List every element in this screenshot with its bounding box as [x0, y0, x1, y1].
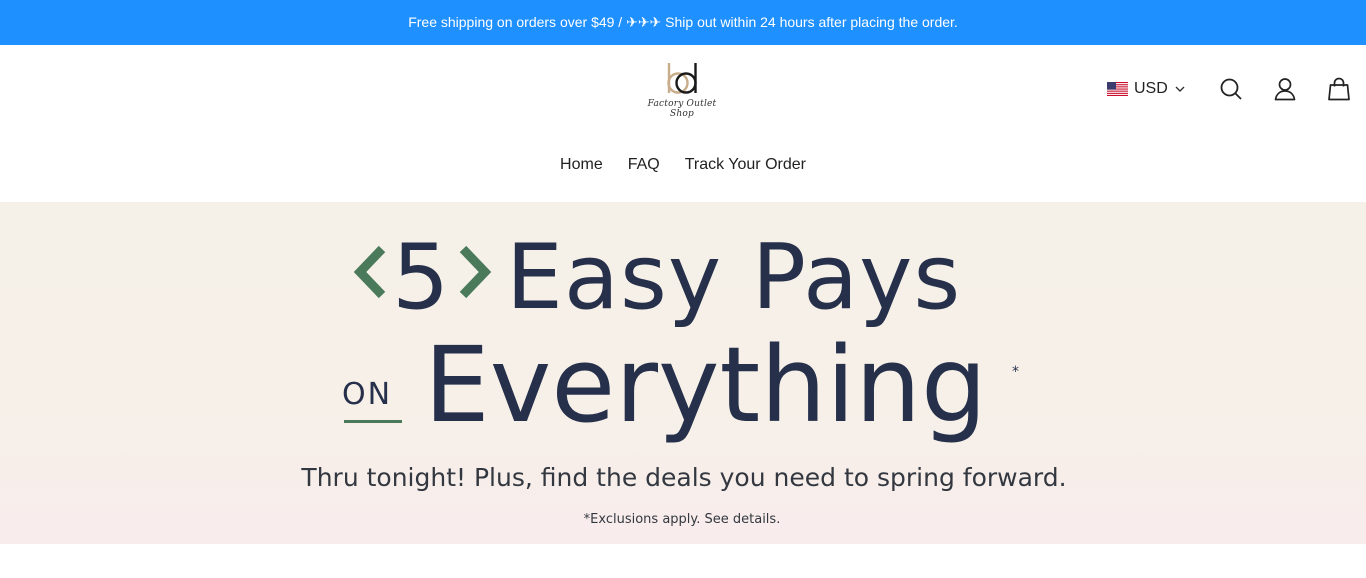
nav-item-faq[interactable]: FAQ	[628, 156, 660, 178]
left-chevron-icon	[353, 245, 386, 299]
banner-note: *Exclusions apply. See details.	[584, 512, 781, 527]
account-icon	[1274, 78, 1296, 101]
right-chevron-icon	[459, 245, 492, 299]
promo-banner-graphic: 5 Easy Pays ON Everything * Thru tonight…	[300, 225, 1066, 527]
account-button[interactable]	[1272, 76, 1298, 102]
nav-item-home[interactable]: Home	[560, 156, 603, 178]
us-flag-icon	[1107, 82, 1128, 96]
promo-banner[interactable]: 5 Easy Pays ON Everything * Thru tonight…	[0, 202, 1366, 544]
logo-mark	[667, 63, 697, 94]
search-icon	[1220, 78, 1242, 100]
announcement-text: Free shipping on orders over $49 / ✈✈✈ S…	[408, 14, 958, 30]
banner-on: ON	[342, 377, 392, 412]
chevron-down-icon	[1175, 86, 1185, 92]
cart-button[interactable]	[1326, 76, 1352, 102]
site-logo[interactable]: Factory Outlet Shop	[636, 59, 728, 119]
cart-icon	[1328, 77, 1350, 101]
on-underline	[344, 420, 402, 423]
banner-everything: Everything	[424, 324, 987, 446]
nav-item-track-order[interactable]: Track Your Order	[685, 156, 806, 178]
banner-headline: Easy Pays	[506, 225, 961, 330]
main-nav: Home FAQ Track Your Order	[0, 156, 1366, 178]
site-header: Factory Outlet Shop USD Home FAQ Track Y…	[0, 45, 1366, 202]
currency-selector[interactable]: USD	[1107, 78, 1186, 100]
currency-code: USD	[1134, 80, 1168, 97]
banner-subline: Thru tonight! Plus, find the deals you n…	[300, 463, 1066, 492]
search-button[interactable]	[1218, 76, 1244, 102]
banner-number: 5	[392, 225, 450, 330]
announcement-bar: Free shipping on orders over $49 / ✈✈✈ S…	[0, 0, 1366, 45]
banner-asterisk: *	[1012, 364, 1019, 380]
logo-text: Factory Outlet Shop	[647, 99, 717, 119]
